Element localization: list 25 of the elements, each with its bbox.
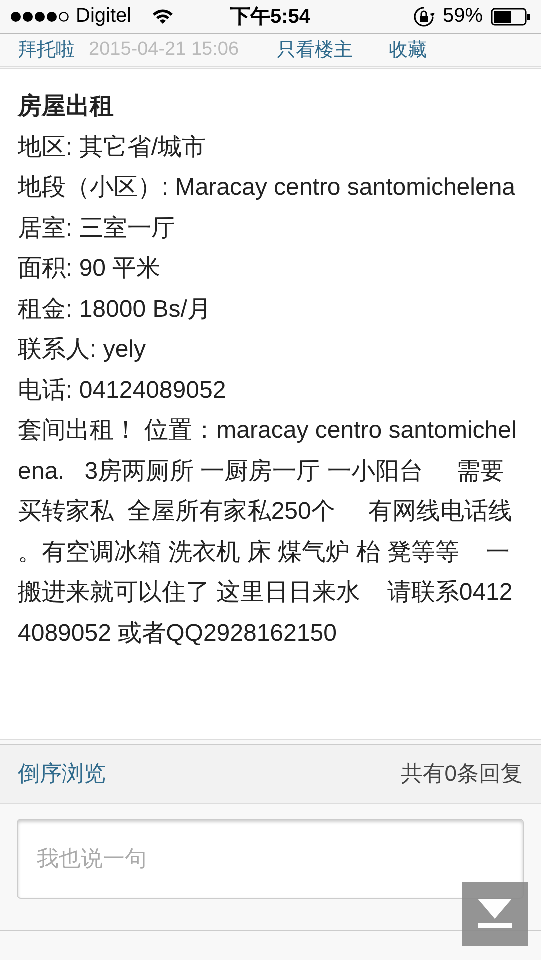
battery-percent: 59%	[442, 5, 483, 28]
meta-link[interactable]: 收藏	[389, 37, 428, 63]
description-text: 套间出租！ 位置：maracay centro santomichelena. 3房两厕所 一厨房一厅 一小阳台 需要买转家私 全屋所有家私250个 有网线电话线。有空调冰箱 洗衣机 床 煤气炉 枱 凳等等 一搬进来就可以住了 这里日日来水 请联系0412 4089052 或者QQ2928162150	[18, 416, 518, 648]
info-line: 联系人: yely	[18, 335, 148, 365]
carrier-name: Digitel	[76, 5, 132, 28]
info-line: 地区: 其它省/城市	[18, 132, 208, 162]
comment-field[interactable]: 我也说一句	[17, 819, 524, 899]
battery-icon	[491, 8, 531, 26]
post-date: 2015-04-21 15:06	[89, 39, 240, 61]
author-link[interactable]: 拜托啦	[18, 37, 75, 63]
info-line: 地段（小区）: Maracay centro santomichelena	[18, 173, 517, 203]
rotation-lock-icon	[412, 6, 435, 28]
info-line: 租金: 18000 Bs/月	[18, 294, 212, 324]
down-arrow-icon	[478, 899, 512, 929]
meta-link[interactable]: 只看楼主	[277, 37, 354, 63]
clock: 下午5:54	[230, 6, 311, 28]
info-line: 居室: 三室一厅	[18, 214, 176, 244]
reverse-order-link[interactable]: 倒序浏览	[18, 759, 106, 789]
scroll-down-button[interactable]	[462, 882, 528, 946]
reply-count: 共有0条回复	[400, 760, 523, 788]
post-title: 房屋出租	[18, 92, 115, 122]
wifi-icon	[152, 8, 174, 24]
signal-icon	[10, 10, 70, 22]
info-line: 电话: 04124089052	[18, 376, 228, 406]
info-line: 面积: 90 平米	[18, 254, 162, 284]
